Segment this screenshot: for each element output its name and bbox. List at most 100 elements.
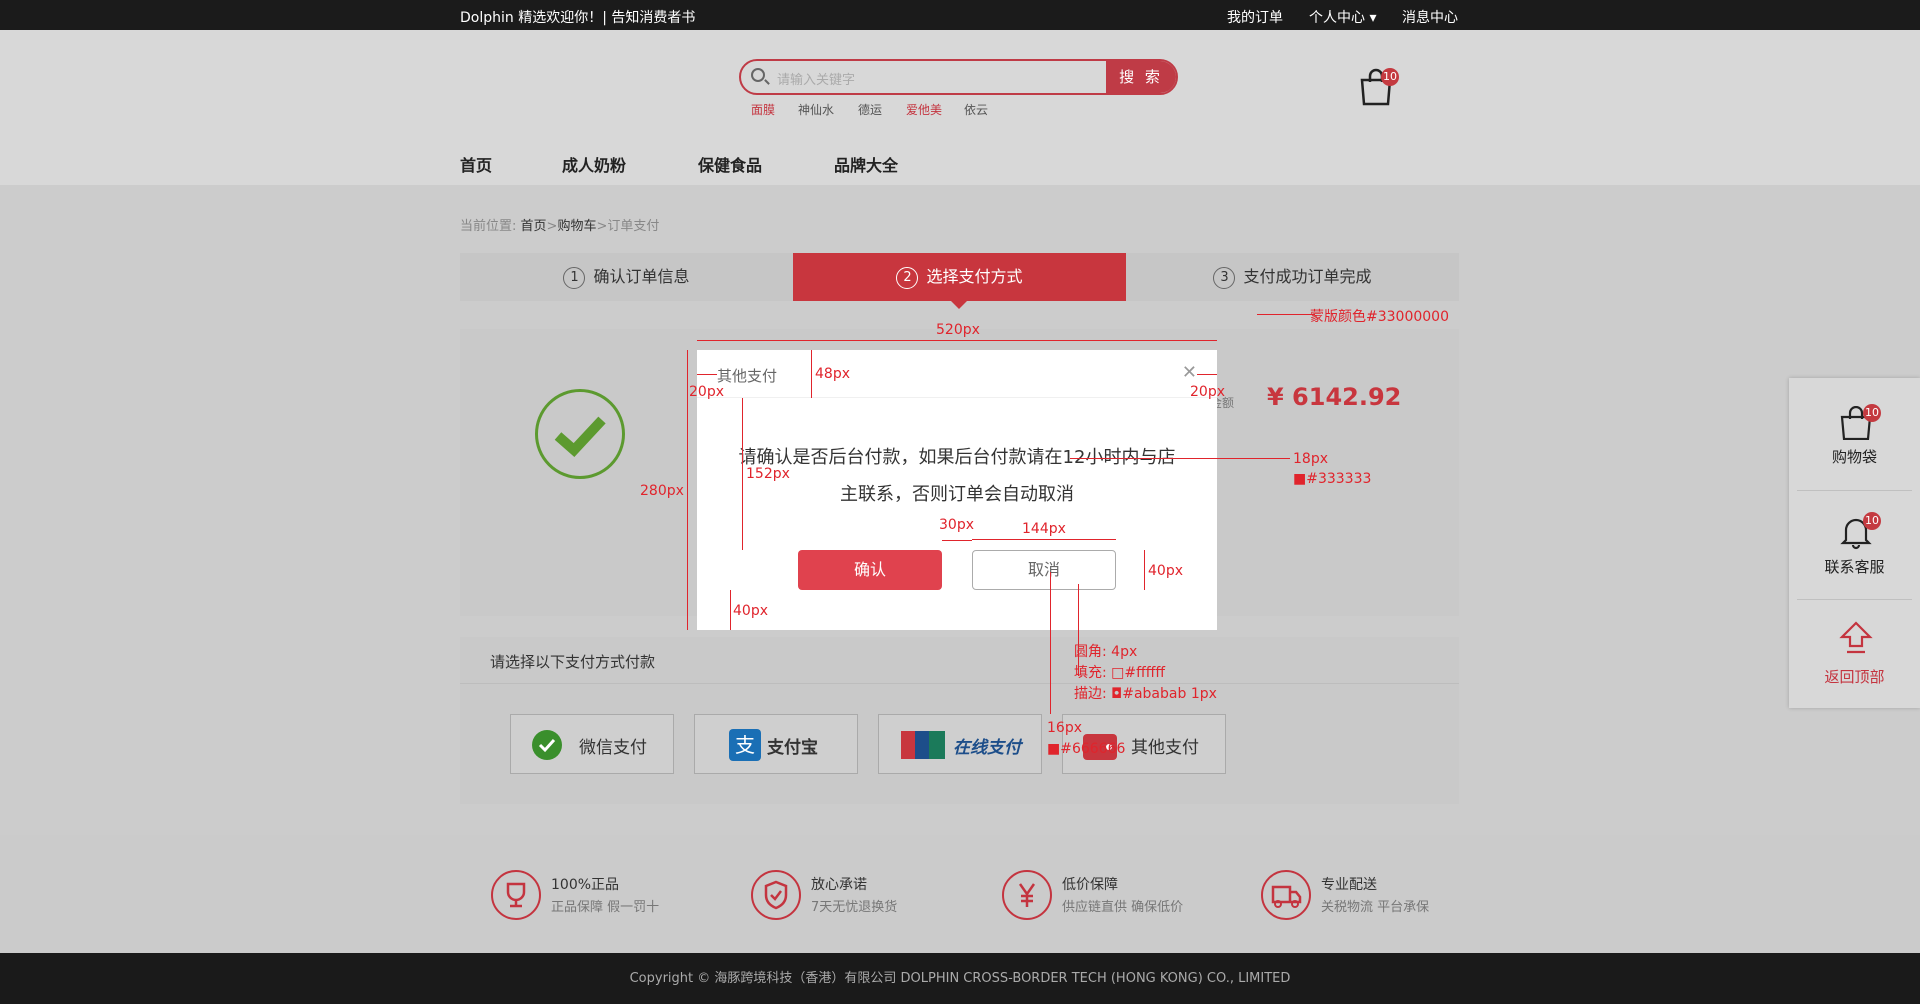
unionpay-icon: [901, 731, 945, 759]
step-payment-complete: 3 支付成功订单完成: [1126, 253, 1459, 301]
breadcrumb-current: 订单支付: [607, 219, 660, 234]
nav-home[interactable]: 首页: [460, 152, 492, 176]
feature-title: 低价保障: [1062, 877, 1118, 893]
payment-method-label: 微信支付: [579, 738, 647, 758]
service-count-badge: 10: [1863, 512, 1881, 530]
hot-keyword[interactable]: 依云: [964, 101, 988, 118]
annotation-line: [1144, 550, 1145, 590]
search-icon: [751, 68, 765, 82]
annotation-width-520: 520px: [936, 322, 980, 338]
annotation-header-48: 48px: [815, 366, 850, 382]
annotation-line: [730, 590, 731, 630]
annotation-gap-30: 30px: [939, 517, 974, 533]
my-orders-link[interactable]: 我的订单: [1227, 7, 1283, 27]
order-amount: ¥ 6142.92: [1267, 383, 1402, 411]
hot-keyword[interactable]: 爱他美: [906, 101, 942, 118]
annotation-fill: 填充: □#ffffff: [1074, 665, 1166, 681]
divider: [460, 683, 1459, 684]
feature-desc: 7天无忧退换货: [811, 900, 898, 915]
sidebar-top-label: 返回顶部: [1824, 668, 1885, 686]
wechat-pay-button[interactable]: 微信支付: [510, 714, 674, 774]
annotation-pad-right: 20px: [1190, 384, 1225, 400]
feature-title: 放心承诺: [811, 877, 867, 893]
hot-keyword[interactable]: 德运: [858, 101, 882, 118]
annotation-line: [697, 340, 1217, 341]
cancel-button[interactable]: 取消: [972, 550, 1116, 590]
header: [0, 30, 1920, 185]
progress-steps: 1 确认订单信息 2 选择支付方式 3 支付成功订单完成: [460, 253, 1459, 309]
close-icon[interactable]: ✕: [1182, 362, 1197, 383]
payment-method-label: 其他支付: [1131, 738, 1199, 758]
annotation-mask-color: 蒙版颜色#33000000: [1310, 309, 1449, 325]
annotation-line: [1070, 458, 1290, 459]
payment-methods-card: 请选择以下支付方式付款 微信支付 支 支付宝 在线支付 其他支付: [460, 637, 1459, 804]
annotation-stroke: 描边: ◘#ababab 1px: [1074, 686, 1217, 702]
step-number: 3: [1213, 266, 1236, 289]
annotation-color-666: ■#666666: [1047, 741, 1126, 757]
annotation-bottom-40: 40px: [733, 603, 768, 619]
top-bar: Dolphin 精选欢迎你！| 告知消费者书 我的订单 个人中心 ▾ 消息中心: [0, 0, 1920, 30]
yen-icon: [1002, 870, 1052, 920]
hot-keyword[interactable]: 面膜: [751, 101, 775, 118]
floating-sidebar: 10 购物袋 10 联系客服 返回顶部: [1789, 378, 1920, 708]
truck-icon: [1261, 870, 1311, 920]
arrow-up-icon: [1839, 621, 1873, 654]
message-center-link[interactable]: 消息中心: [1402, 7, 1458, 27]
annotation-button-width-144: 144px: [1022, 521, 1066, 537]
annotation-line: [697, 374, 717, 375]
step-confirm-order: 1 确认订单信息: [460, 253, 793, 301]
nav-health-food[interactable]: 保健食品: [698, 152, 762, 176]
annotation-line: [811, 350, 812, 398]
step-number: 1: [563, 266, 586, 289]
features-bar: 100%正品 正品保障 假一罚十 放心承诺 7天无忧退换货 低价保障 供应链直供…: [0, 835, 1920, 953]
hot-keyword[interactable]: 神仙水: [798, 101, 834, 118]
dialog-header: 其他支付 ✕: [697, 350, 1217, 398]
sidebar-cart-label: 购物袋: [1831, 448, 1877, 466]
annotation-line: [742, 398, 743, 550]
breadcrumb-home[interactable]: 首页: [521, 219, 547, 234]
sidebar-cart[interactable]: 10 购物袋: [1789, 378, 1920, 488]
footer: Copyright © 海豚跨境科技（香港）有限公司 DOLPHIN CROSS…: [0, 953, 1920, 1004]
annotation-pad-left: 20px: [689, 384, 724, 400]
feature-desc: 正品保障 假一罚十: [551, 900, 660, 915]
search-button[interactable]: 搜 索: [1106, 61, 1176, 93]
annotation-button-height-40: 40px: [1148, 563, 1183, 579]
personal-center-menu[interactable]: 个人中心 ▾: [1309, 7, 1376, 27]
feature-title: 专业配送: [1321, 877, 1377, 893]
feature-desc: 关税物流 平台承保: [1321, 900, 1430, 915]
feature-title: 100%正品: [551, 877, 620, 893]
annotation-radius: 圆角: 4px: [1074, 644, 1138, 660]
step-select-payment: 2 选择支付方式: [793, 253, 1126, 309]
step-label: 选择支付方式: [926, 267, 1023, 286]
breadcrumb-cart[interactable]: 购物车: [557, 219, 596, 234]
step-label: 确认订单信息: [593, 267, 690, 286]
annotation-line: [1257, 314, 1315, 315]
step-number: 2: [896, 266, 919, 289]
annotation-font-18: 18px: [1293, 451, 1328, 467]
annotation-line: [942, 540, 972, 541]
search-input[interactable]: 请输入关键字: [777, 69, 855, 88]
step-label: 支付成功订单完成: [1243, 267, 1372, 286]
nav-adult-milk[interactable]: 成人奶粉: [562, 152, 626, 176]
payment-title: 请选择以下支付方式付款: [490, 653, 656, 671]
cart-count-badge: 10: [1863, 404, 1881, 422]
annotation-height-280: 280px: [640, 483, 684, 499]
success-check-icon: [535, 389, 625, 479]
confirm-button[interactable]: 确认: [798, 550, 942, 590]
dialog-message: 请确认是否后台付款，如果后台付款请在12小时内与店主联系，否则订单会自动取消: [738, 447, 1176, 505]
cart-icon[interactable]: 10: [1359, 68, 1399, 106]
unionpay-button[interactable]: 在线支付: [878, 714, 1042, 774]
annotation-line: [687, 350, 688, 630]
search-box[interactable]: 请输入关键字 搜 索: [739, 59, 1178, 95]
cart-count-badge: 10: [1381, 68, 1399, 86]
alipay-button[interactable]: 支 支付宝: [694, 714, 858, 774]
nav-brands[interactable]: 品牌大全: [834, 152, 898, 176]
shield-icon: [751, 870, 801, 920]
sidebar-back-to-top[interactable]: 返回顶部: [1789, 598, 1920, 708]
payment-method-label: 在线支付: [953, 738, 1021, 758]
breadcrumb-prefix: 当前位置:: [460, 219, 517, 234]
wechat-pay-icon: [532, 730, 562, 760]
dialog-title: 其他支付: [717, 367, 778, 385]
sidebar-service[interactable]: 10 联系客服: [1789, 488, 1920, 598]
welcome-text: Dolphin 精选欢迎你！| 告知消费者书: [460, 10, 696, 26]
